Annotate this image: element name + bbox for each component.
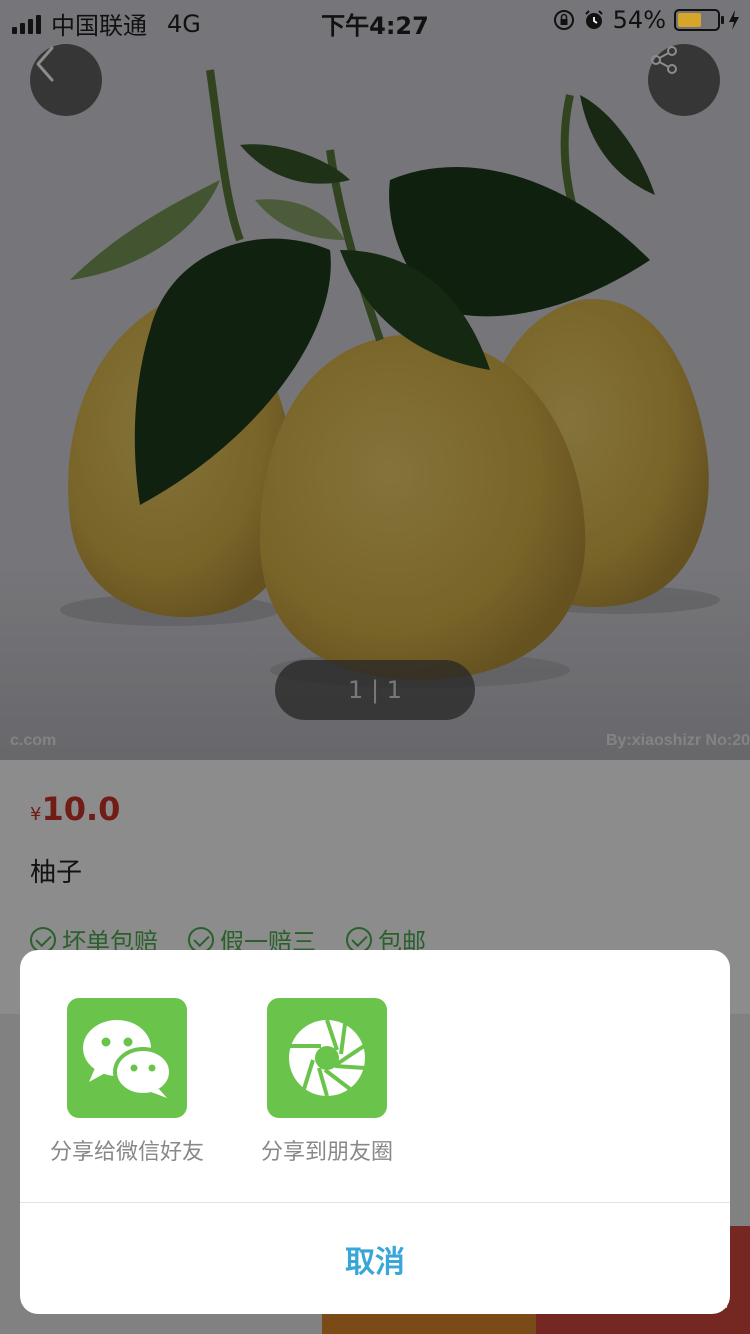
share-wechat-icon-box: [67, 998, 187, 1118]
charging-icon: [729, 10, 739, 30]
wechat-icon: [83, 1020, 173, 1098]
share-moments-icon-box: [267, 998, 387, 1118]
battery-icon: [674, 9, 724, 31]
share-wechat-label: 分享给微信好友: [49, 1140, 204, 1165]
alarm-icon: [584, 10, 603, 29]
share-wechat-friend[interactable]: 分享给微信好友: [32, 998, 222, 1166]
battery-percent: 54%: [612, 6, 666, 34]
share-sheet: 分享给微信好友 分享到朋友圈 取消: [20, 950, 730, 1314]
share-moments[interactable]: 分享到朋友圈: [232, 998, 422, 1166]
wechat-account-watermark: 牛牛爸是个程序猿: [542, 1283, 728, 1312]
orientation-lock-icon: [553, 10, 574, 30]
moments-icon: [289, 1019, 366, 1097]
status-bar: 中国联通 4G 下午4:27 54%: [0, 0, 750, 40]
share-moments-label: 分享到朋友圈: [260, 1140, 393, 1165]
watermark-text: 牛牛爸是个程序猿: [568, 1287, 728, 1311]
wechat-small-icon: [542, 1288, 562, 1306]
